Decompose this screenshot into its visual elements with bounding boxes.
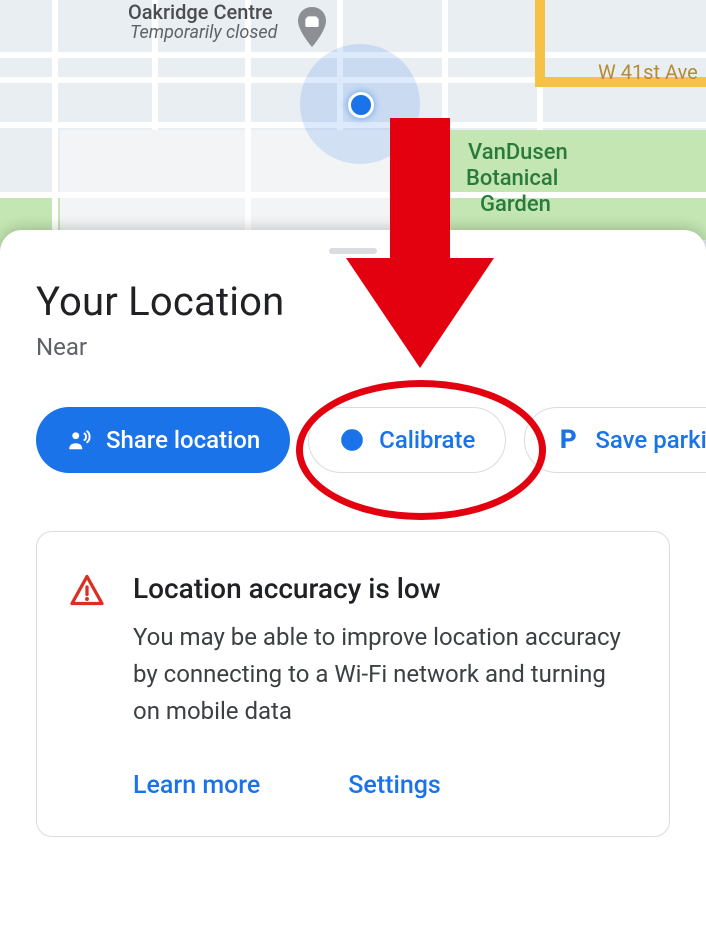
map-park-line1: VanDusen bbox=[468, 140, 568, 166]
map-park-line3: Garden bbox=[480, 192, 551, 218]
accuracy-card-title: Location accuracy is low bbox=[133, 572, 637, 605]
action-chips-row: Share location Calibrate P Save parking bbox=[0, 361, 706, 473]
accuracy-card-text: You may be able to improve location accu… bbox=[133, 619, 637, 731]
poi-pin-icon bbox=[296, 6, 328, 48]
save-parking-button[interactable]: P Save parking bbox=[524, 407, 706, 473]
learn-more-link[interactable]: Learn more bbox=[133, 771, 260, 800]
calibrate-label: Calibrate bbox=[379, 426, 475, 454]
sheet-subtitle: Near bbox=[0, 325, 706, 361]
settings-link[interactable]: Settings bbox=[348, 771, 441, 800]
warning-icon bbox=[69, 572, 105, 800]
share-location-label: Share location bbox=[106, 426, 260, 454]
map-poi-name: Oakridge Centre bbox=[128, 0, 273, 24]
sheet-drag-handle[interactable] bbox=[329, 248, 377, 254]
save-parking-label: Save parking bbox=[595, 426, 706, 454]
parking-icon: P bbox=[555, 427, 581, 453]
compass-icon bbox=[339, 427, 365, 453]
map-poi-status: Temporarily closed bbox=[130, 22, 277, 44]
sheet-title: Your Location bbox=[0, 278, 706, 325]
accuracy-warning-card: Location accuracy is low You may be able… bbox=[36, 531, 670, 837]
current-location-dot bbox=[348, 92, 374, 118]
map-park-line2: Botanical bbox=[466, 166, 558, 192]
calibrate-button[interactable]: Calibrate bbox=[308, 407, 506, 473]
location-bottom-sheet[interactable]: Your Location Near Share location bbox=[0, 230, 706, 929]
map-road-label: W 41st Ave bbox=[598, 60, 698, 84]
share-location-button[interactable]: Share location bbox=[36, 407, 290, 473]
share-person-icon bbox=[66, 427, 92, 453]
